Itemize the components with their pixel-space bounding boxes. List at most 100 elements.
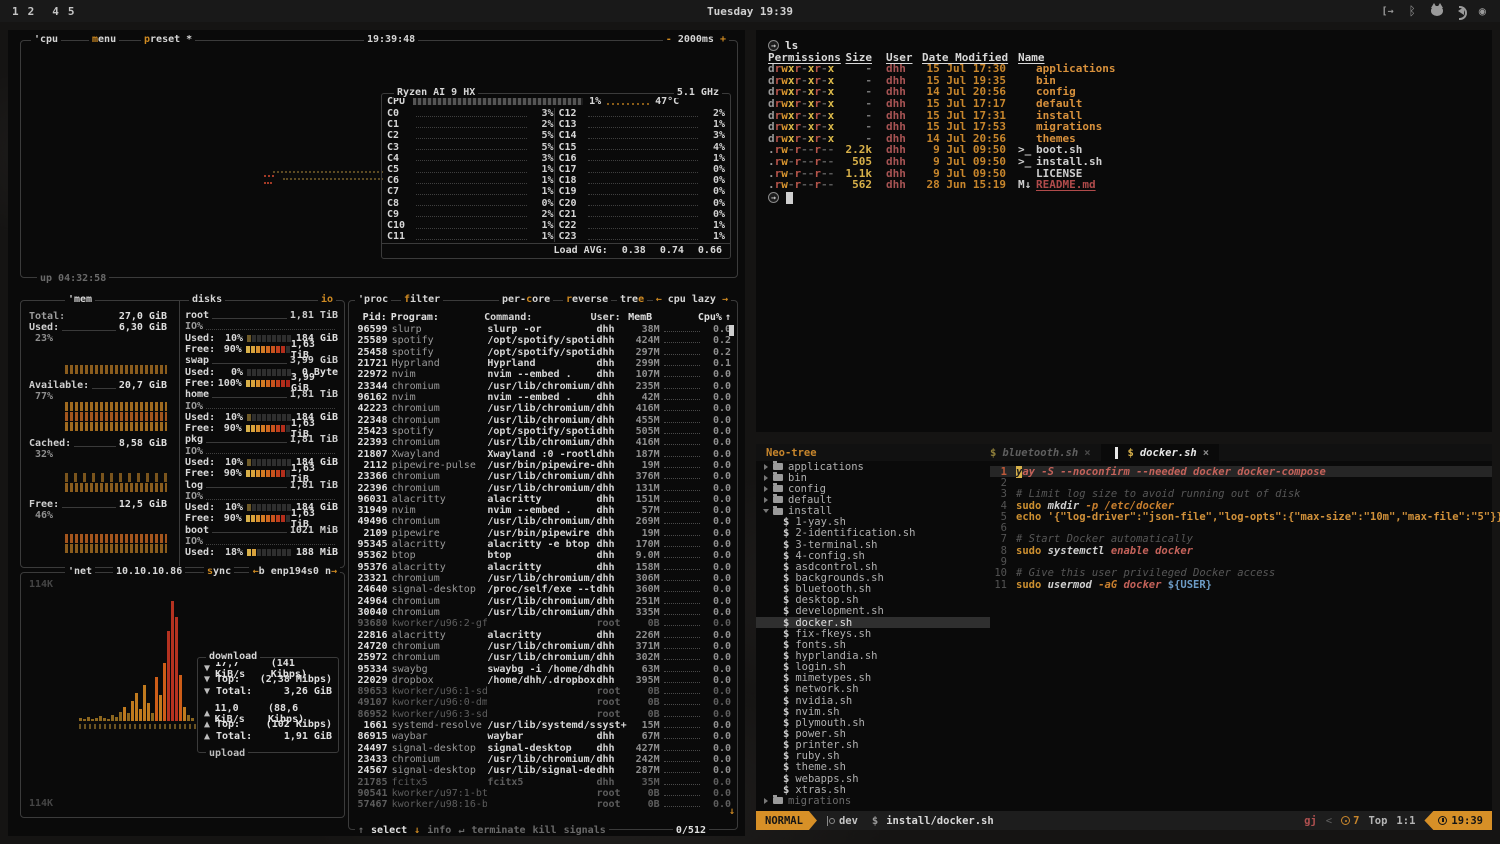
- cat-icon[interactable]: [1431, 6, 1443, 16]
- ls-row[interactable]: drwxr-xr-x - dhh 15 Jul 19:35 bin: [768, 75, 1492, 87]
- process-row[interactable]: 22396 chromium /usr/lib/chromium/ dhh 13…: [355, 482, 731, 493]
- chevron-icon[interactable]: [764, 798, 768, 804]
- process-row[interactable]: 23433 chromium /usr/lib/chromium/ dhh 24…: [355, 754, 731, 765]
- tree-item[interactable]: $ printer.sh: [756, 740, 990, 751]
- per-core-toggle[interactable]: per-core: [499, 294, 553, 305]
- process-row[interactable]: 93680 kworker/u96:2-gf root 0B 0.0: [355, 618, 731, 629]
- net-interface-switcher[interactable]: ←b enp194s0 n→: [250, 566, 340, 577]
- tree-item[interactable]: $ nvim.sh: [756, 706, 990, 717]
- code-line[interactable]: 9: [990, 556, 1492, 567]
- code-editor[interactable]: 1 yay -S --noconfirm --needed docker doc…: [990, 461, 1492, 811]
- ls-row[interactable]: drwxr-xr-x - dhh 14 Jul 20:56 config: [768, 86, 1492, 98]
- prompt-line-2[interactable]: [768, 192, 1492, 204]
- process-row[interactable]: 95345 alacritty alacritty -e btop dhh 17…: [355, 539, 731, 550]
- tree-item[interactable]: default: [756, 494, 990, 505]
- process-table-header[interactable]: Pid: Program: Command: User: MemB Cpu% ↑: [355, 312, 731, 323]
- tree-item[interactable]: $ 1-yay.sh: [756, 517, 990, 528]
- tree-item[interactable]: $ docker.sh: [756, 617, 990, 628]
- process-row[interactable]: 25589 spotify /opt/spotify/spoti dhh 424…: [355, 335, 731, 346]
- process-row[interactable]: 2112 pipewire-pulse /usr/bin/pipewire- d…: [355, 460, 731, 471]
- logout-icon[interactable]: [→: [1382, 6, 1394, 17]
- reverse-toggle[interactable]: reverse: [563, 294, 611, 305]
- ls-row[interactable]: .rw-r--r-- 505 dhh 9 Jul 09:50 >_ instal…: [768, 156, 1492, 168]
- code-line[interactable]: 5 echo '{"log-driver":"json-file","log-o…: [990, 511, 1492, 522]
- process-row[interactable]: 96599 slurp slurp -or dhh 38M 0.0: [355, 324, 731, 335]
- process-row[interactable]: 22393 chromium /usr/lib/chromium/ dhh 41…: [355, 437, 731, 448]
- tree-item[interactable]: $ xtras.sh: [756, 784, 990, 795]
- process-row[interactable]: 25458 spotify /opt/spotify/spoti dhh 297…: [355, 347, 731, 358]
- tree-item[interactable]: $ network.sh: [756, 684, 990, 695]
- kill-button[interactable]: kill: [533, 825, 557, 836]
- process-row[interactable]: 95334 swaybg swaybg -i /home/dh dhh 63M …: [355, 663, 731, 674]
- tree-item[interactable]: config: [756, 483, 990, 494]
- code-line[interactable]: 2: [990, 477, 1492, 488]
- process-row[interactable]: 95362 btop btop dhh 9.0M 0.0: [355, 550, 731, 561]
- process-row[interactable]: 22972 nvim nvim --embed . dhh 107M 0.0: [355, 369, 731, 380]
- plugin-updates[interactable]: 7: [1341, 815, 1359, 827]
- tree-item[interactable]: $ power.sh: [756, 728, 990, 739]
- process-row[interactable]: 96162 nvim nvim --embed . dhh 42M 0.0: [355, 392, 731, 403]
- chevron-icon[interactable]: [764, 464, 768, 470]
- sort-column-switcher[interactable]: ← cpu lazy →: [653, 294, 731, 305]
- process-row[interactable]: 24640 signal-desktop /proc/self/exe --t …: [355, 584, 731, 595]
- tree-item[interactable]: $ 4-config.sh: [756, 550, 990, 561]
- process-row[interactable]: 24720 chromium /usr/lib/chromium/ dhh 37…: [355, 641, 731, 652]
- chevron-icon[interactable]: [763, 509, 769, 513]
- terminal-window[interactable]: ls Permissions Size User Date Modified N…: [756, 30, 1492, 432]
- chevron-icon[interactable]: [764, 497, 768, 503]
- close-tab-icon[interactable]: ×: [1203, 447, 1209, 459]
- ls-row[interactable]: drwxr-xr-x - dhh 15 Jul 17:30 applicatio…: [768, 63, 1492, 75]
- process-row[interactable]: 1661 systemd-resolve /usr/lib/systemd/s …: [355, 720, 731, 731]
- tree-item[interactable]: bin: [756, 472, 990, 483]
- process-row[interactable]: 49107 kworker/u96:0-dm root 0B 0.0: [355, 697, 731, 708]
- tree-item[interactable]: install: [756, 506, 990, 517]
- tree-item[interactable]: migrations: [756, 795, 990, 806]
- proc-scrollbar-thumb[interactable]: [729, 325, 734, 336]
- process-row[interactable]: 57467 kworker/u98:16-b root 0B 0.0: [355, 799, 731, 810]
- process-row[interactable]: 31949 nvim nvim --embed . dhh 57M 0.0: [355, 505, 731, 516]
- git-branch[interactable]: dev: [827, 815, 858, 827]
- tree-item[interactable]: $ mimetypes.sh: [756, 673, 990, 684]
- code-line[interactable]: 4 sudo mkdir -p /etc/docker: [990, 500, 1492, 511]
- process-row[interactable]: 22029 dropbox /home/dhh/.dropbox dhh 395…: [355, 675, 731, 686]
- tree-item[interactable]: $ asdcontrol.sh: [756, 561, 990, 572]
- chevron-icon[interactable]: [764, 475, 768, 481]
- process-row[interactable]: 25423 spotify /opt/spotify/spoti dhh 505…: [355, 426, 731, 437]
- chevron-icon[interactable]: [764, 486, 768, 492]
- ls-row[interactable]: .rw-r--r-- 1.1k dhh 9 Jul 09:50 LICENSE: [768, 168, 1492, 180]
- tree-item[interactable]: $ fix-fkeys.sh: [756, 628, 990, 639]
- tree-item[interactable]: applications: [756, 461, 990, 472]
- ls-row[interactable]: .rw-r--r-- 562 dhh 28 Jun 15:19 M↓ READM…: [768, 179, 1492, 191]
- process-row[interactable]: 90541 kworker/u97:1-bt root 0B 0.0: [355, 788, 731, 799]
- filter-button[interactable]: filter: [401, 294, 443, 305]
- tree-item[interactable]: $ fonts.sh: [756, 639, 990, 650]
- process-row[interactable]: 22816 alacritty alacritty dhh 226M 0.0: [355, 629, 731, 640]
- ls-row[interactable]: drwxr-xr-x - dhh 14 Jul 20:56 themes: [768, 133, 1492, 145]
- code-line[interactable]: 10 # Give this user privileged Docker ac…: [990, 568, 1492, 579]
- tree-item[interactable]: $ bluetooth.sh: [756, 584, 990, 595]
- code-line[interactable]: 6: [990, 522, 1492, 533]
- process-row[interactable]: 23321 chromium /usr/lib/chromium/ dhh 30…: [355, 573, 731, 584]
- process-row[interactable]: 21721 Hyprland Hyprland dhh 299M 0.1: [355, 358, 731, 369]
- tree-item[interactable]: $ login.sh: [756, 662, 990, 673]
- tree-item[interactable]: $ 3-terminal.sh: [756, 539, 990, 550]
- terminate-button[interactable]: terminate: [471, 825, 525, 836]
- process-row[interactable]: 23366 chromium /usr/lib/chromium/ dhh 37…: [355, 471, 731, 482]
- process-row[interactable]: 23344 chromium /usr/lib/chromium/ dhh 23…: [355, 381, 731, 392]
- process-row[interactable]: 24964 chromium /usr/lib/chromium/ dhh 25…: [355, 596, 731, 607]
- process-row[interactable]: 24497 signal-desktop signal-desktop dhh …: [355, 743, 731, 754]
- tree-item[interactable]: $ 2-identification.sh: [756, 528, 990, 539]
- scroll-down-icon[interactable]: ↓: [729, 806, 735, 817]
- code-line[interactable]: 3 # Limit log size to avoid running out …: [990, 489, 1492, 500]
- tree-item[interactable]: $ desktop.sh: [756, 595, 990, 606]
- signals-button[interactable]: signals: [564, 825, 606, 836]
- ls-row[interactable]: drwxr-xr-x - dhh 15 Jul 17:31 install: [768, 110, 1492, 122]
- process-row[interactable]: 30040 chromium /usr/lib/chromium/ dhh 33…: [355, 607, 731, 618]
- process-row[interactable]: 95376 alacritty alacritty dhh 158M 0.0: [355, 562, 731, 573]
- code-line[interactable]: 11 sudo usermod -aG docker ${USER}: [990, 579, 1492, 590]
- process-row[interactable]: 21785 fcitx5 fcitx5 dhh 35M 0.0: [355, 777, 731, 788]
- process-row[interactable]: 86952 kworker/u96:3-sd root 0B 0.0: [355, 709, 731, 720]
- bluetooth-icon[interactable]: ᛒ: [1409, 4, 1416, 18]
- process-row[interactable]: 22348 chromium /usr/lib/chromium/ dhh 45…: [355, 415, 731, 426]
- buffer-tab[interactable]: $ bluetooth.sh ×: [980, 444, 1101, 461]
